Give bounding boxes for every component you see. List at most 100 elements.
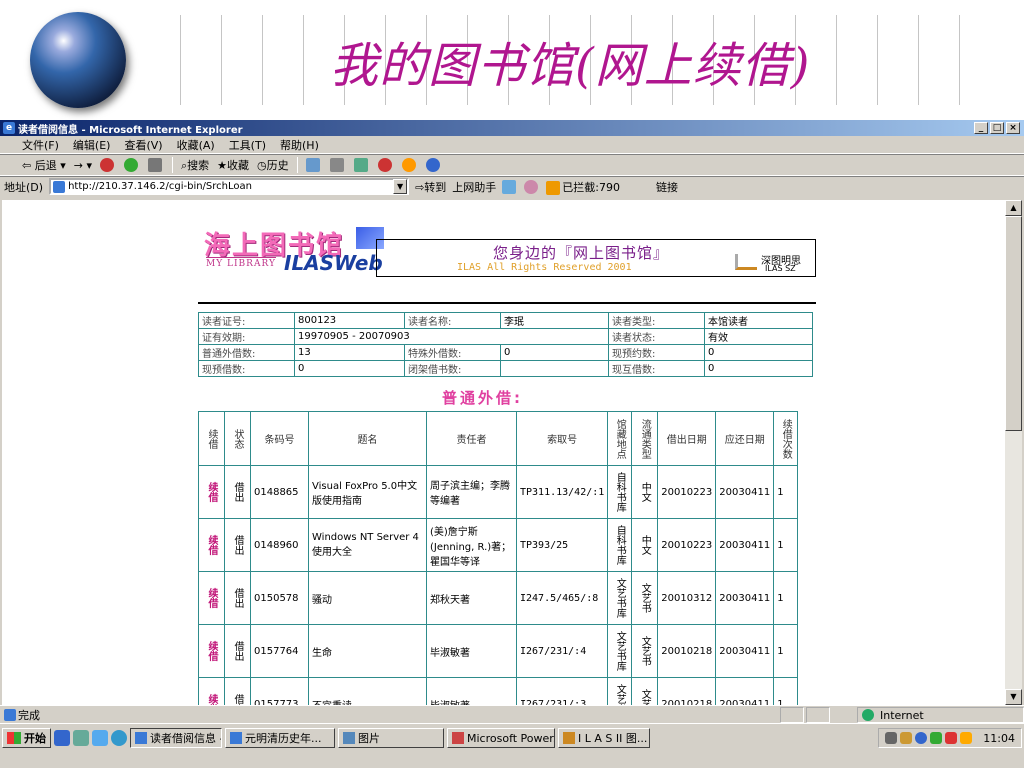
loan-status: 借出 [232, 588, 243, 608]
rights-text: ILAS All Rights Reserved 2001 [457, 262, 632, 273]
address-input[interactable]: http://210.37.146.2/cgi-bin/SrchLoan ▼ [49, 178, 410, 195]
menu-favorites[interactable]: 收藏(A) [177, 137, 215, 153]
loans-header-row: 续借 状态 条码号 题名 责任者 索取号 馆藏地点 流通类型 借出日期 应还日期… [198, 411, 799, 466]
scroll-thumb[interactable] [1005, 216, 1022, 431]
label-mutual-loans: 现互借数: [608, 360, 705, 377]
due-date: 20030411 [719, 645, 771, 657]
history-button[interactable]: ◷历史 [257, 157, 289, 173]
value-reader-type: 本馆读者 [704, 312, 813, 329]
circulation-type: 中文 [639, 535, 651, 555]
quicklaunch-explorer-icon[interactable] [73, 730, 89, 746]
renew-link[interactable]: 续借 [206, 482, 217, 502]
mail-icon[interactable] [305, 158, 320, 172]
tray-icon-5[interactable] [945, 732, 958, 744]
menu-edit[interactable]: 编辑(E) [73, 137, 111, 153]
col-out-date: 借出日期 [657, 411, 717, 466]
renew-times: 1 [777, 592, 784, 604]
scroll-up-button[interactable]: ▲ [1005, 200, 1022, 216]
quicklaunch-media-icon[interactable] [111, 730, 127, 746]
slogan-text: 您身边的『网上图书馆』 [493, 244, 670, 262]
renew-link[interactable]: 续借 [206, 641, 217, 661]
tray-icon-4[interactable] [930, 732, 943, 744]
print-icon[interactable] [329, 158, 344, 172]
label-pre-borrow: 现预借数: [198, 360, 295, 377]
location: 文艺书库 [614, 684, 626, 705]
renew-link[interactable]: 续借 [206, 588, 217, 608]
minimize-button[interactable]: _ [974, 122, 988, 134]
col-author: 责任者 [426, 411, 517, 466]
book-author: 郑秋天著 [430, 594, 470, 606]
section-title: 普通外借: [442, 389, 523, 407]
internet-zone-icon [862, 709, 874, 721]
vertical-scrollbar[interactable]: ▲ ▼ [1005, 200, 1022, 705]
task-history[interactable]: 元明清历史年... [225, 728, 335, 748]
powerpoint-icon [452, 732, 464, 744]
renew-link[interactable]: 续借 [206, 694, 217, 705]
go-button[interactable]: ⇨转到 [415, 179, 446, 195]
slide-title: 我的图书馆(网上续借) [330, 38, 811, 94]
address-bar: 地址(D) http://210.37.146.2/cgi-bin/SrchLo… [0, 176, 1024, 196]
start-button[interactable]: 开始 [2, 728, 51, 748]
task-ilas[interactable]: I L A S II 图... [558, 728, 650, 748]
tray-icon-6[interactable] [960, 732, 973, 744]
quicklaunch-ie-icon[interactable] [54, 730, 70, 746]
globe-tool-icon[interactable] [425, 158, 440, 172]
renew-link[interactable]: 续借 [206, 535, 217, 555]
company-logo-icon [735, 254, 757, 270]
book-title: 生命 [312, 647, 332, 659]
tray-icon-2[interactable] [900, 732, 913, 744]
quicklaunch-desktop-icon[interactable] [92, 730, 108, 746]
address-dropdown[interactable]: ▼ [393, 179, 408, 194]
tray-icon-1[interactable] [885, 732, 898, 744]
renew-times: 1 [777, 645, 784, 657]
menu-file[interactable]: 文件(F) [22, 137, 59, 153]
location: 文艺书库 [614, 631, 626, 671]
back-button[interactable]: ⇦ 后退 ▾ [22, 157, 66, 173]
loan-status: 借出 [232, 641, 243, 661]
task-powerpoint[interactable]: Microsoft Power... [447, 728, 555, 748]
loans-table: 续借 状态 条码号 题名 责任者 索取号 馆藏地点 流通类型 借出日期 应还日期… [198, 411, 799, 705]
popup-block-icon [546, 180, 561, 195]
divider [198, 302, 816, 304]
helper-icon[interactable] [502, 179, 517, 194]
due-date: 20030411 [719, 592, 771, 604]
security-zone: Internet [857, 707, 1024, 723]
value-mutual-loans: 0 [704, 360, 813, 377]
label-reservations: 现预约数: [608, 344, 705, 361]
links-button[interactable]: 链接 [656, 179, 678, 195]
due-date: 20030411 [719, 539, 771, 551]
label-reader-status: 读者状态: [608, 328, 705, 345]
table-row: 续借 借出 0150578 骚动 郑秋天著 I247.5/465/:8 文艺书库 文艺书 200… [198, 571, 799, 625]
stop-icon[interactable] [100, 158, 114, 172]
search-button[interactable]: ⌕搜索 [181, 157, 209, 173]
renew-times: 1 [777, 539, 784, 551]
refresh-icon[interactable] [124, 158, 138, 172]
helper-button[interactable]: 上网助手 [452, 179, 496, 195]
task-pictures[interactable]: 图片 [338, 728, 444, 748]
smiley-icon[interactable] [401, 158, 416, 172]
library-header: 海上图书馆 MY LIBRARY ILASWeb 您身边的『网上图书馆』 ILA… [198, 225, 816, 291]
menu-help[interactable]: 帮助(H) [280, 137, 319, 153]
window-titlebar[interactable]: e 读者借阅信息 - Microsoft Internet Explorer _… [0, 120, 1024, 136]
popup-blocked[interactable]: 已拦截:790 [546, 179, 620, 195]
location: 文艺书库 [614, 578, 626, 618]
edit-icon[interactable] [353, 158, 368, 172]
barcode: 0148960 [254, 539, 299, 551]
favorites-button[interactable]: ★收藏 [217, 157, 249, 173]
menu-tools[interactable]: 工具(T) [229, 137, 266, 153]
maximize-button[interactable]: □ [990, 122, 1004, 134]
globe-icon [30, 12, 126, 108]
tray-icon-3[interactable] [915, 732, 928, 744]
label-special-loans: 特殊外借数: [404, 344, 501, 361]
close-button[interactable]: × [1006, 122, 1020, 134]
loan-status: 借出 [232, 482, 243, 502]
back-arrow-icon: ⇦ [22, 159, 32, 172]
loan-status: 借出 [232, 694, 243, 705]
menu-view[interactable]: 查看(V) [124, 137, 162, 153]
messenger-icon[interactable] [377, 158, 392, 172]
home-icon[interactable] [148, 158, 162, 172]
task-reader-info[interactable]: 读者借阅信息 -... [130, 728, 222, 748]
scroll-down-button[interactable]: ▼ [1005, 689, 1022, 705]
tool-icon[interactable] [524, 179, 539, 194]
forward-button[interactable]: → ▾ [74, 159, 92, 172]
